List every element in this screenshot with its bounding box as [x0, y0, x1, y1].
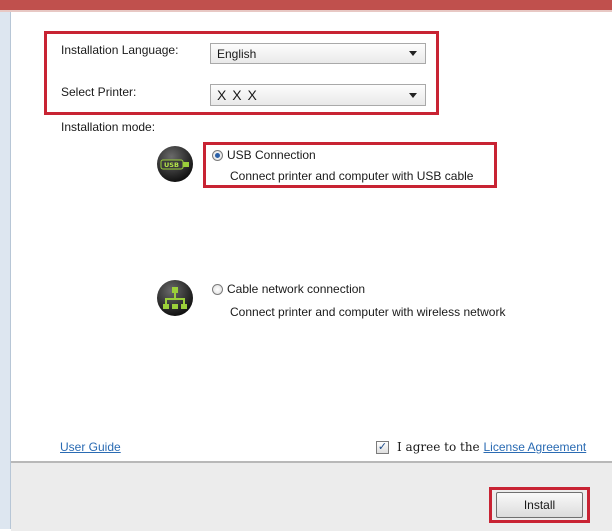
usb-description: Connect printer and computer with USB ca…	[230, 169, 474, 183]
language-select-value: English	[217, 46, 257, 61]
agree-text: I agree to the License Agreement	[397, 440, 586, 454]
network-description: Connect printer and computer with wirele…	[230, 305, 506, 319]
printer-select[interactable]: X X X	[210, 84, 426, 106]
install-button[interactable]: Install	[496, 492, 583, 518]
usb-icon: USB	[157, 146, 193, 182]
installation-mode-label: Installation mode:	[61, 120, 156, 134]
network-title[interactable]: Cable network connection	[227, 282, 365, 296]
printer-label: Select Printer:	[61, 85, 137, 99]
network-radio[interactable]	[212, 284, 223, 295]
window-title-bar	[0, 0, 612, 10]
printer-select-value: X X X	[217, 87, 258, 103]
svg-text:USB: USB	[164, 161, 179, 169]
language-select[interactable]: English	[210, 43, 426, 64]
network-icon	[157, 280, 193, 316]
chevron-down-icon[interactable]	[409, 51, 417, 56]
license-agreement-link[interactable]: License Agreement	[484, 440, 587, 454]
title-bar-edge	[0, 10, 612, 12]
usb-radio[interactable]	[212, 150, 223, 161]
user-guide-link[interactable]: User Guide	[60, 440, 121, 454]
install-button-label: Install	[523, 498, 556, 512]
window-frame-left	[0, 12, 11, 529]
agree-label: I agree to the	[397, 440, 480, 454]
usb-title[interactable]: USB Connection	[227, 148, 316, 162]
agree-checkbox[interactable]: ✓	[376, 441, 389, 454]
chevron-down-icon[interactable]	[409, 92, 417, 98]
language-label: Installation Language:	[61, 43, 179, 57]
